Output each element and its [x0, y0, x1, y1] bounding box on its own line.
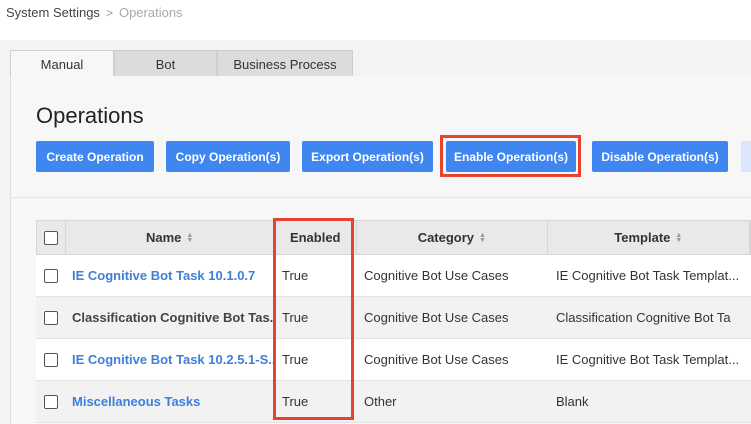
enabled-cell: True — [282, 268, 309, 283]
breadcrumb-operations: Operations — [118, 5, 183, 20]
operation-name-link[interactable]: IE Cognitive Bot Task 10.2.5.1-S... — [72, 352, 274, 367]
table-row[interactable]: Classification Cognitive Bot Tas... True… — [36, 297, 751, 339]
header-enabled-label: Enabled — [289, 230, 341, 245]
row-checkbox[interactable] — [43, 268, 58, 283]
table-row[interactable]: IE Cognitive Bot Task 10.1.0.7 True Cogn… — [36, 255, 751, 297]
tab-bot[interactable]: Bot — [114, 50, 217, 77]
enabled-cell: True — [282, 394, 309, 409]
header-category[interactable]: Category ▲ ▼ — [357, 221, 548, 254]
sort-icon: ▲ ▼ — [479, 231, 486, 244]
header-template[interactable]: Template ▲ ▼ — [548, 221, 751, 254]
header-name[interactable]: Name ▲ ▼ — [66, 221, 275, 254]
copy-operations-button[interactable]: Copy Operation(s) — [166, 141, 290, 172]
row-select-cell — [36, 339, 65, 380]
table-row[interactable]: Miscellaneous Tasks True Other Blank — [36, 381, 751, 423]
tab-bar: Manual Bot Business Process — [10, 50, 353, 77]
template-cell: IE Cognitive Bot Task Templat... — [556, 268, 740, 283]
divider — [10, 197, 751, 198]
header-name-label: Name — [145, 230, 182, 245]
template-cell: IE Cognitive Bot Task Templat... — [556, 352, 740, 367]
more-toolbar-button[interactable] — [741, 141, 751, 172]
operations-table: Name ▲ ▼ Enabled Category ▲ ▼ Template ▲ ▼ … — [36, 220, 751, 423]
enabled-cell: True — [282, 352, 309, 367]
breadcrumb: System Settings > Operations — [6, 5, 183, 20]
name-cell: IE Cognitive Bot Task 10.2.5.1-S... — [65, 339, 274, 380]
tab-manual[interactable]: Manual — [10, 50, 114, 77]
row-select-cell — [36, 381, 65, 422]
export-operations-button[interactable]: Export Operation(s) — [302, 141, 433, 172]
page-title: Operations — [36, 103, 144, 128]
header-enabled[interactable]: Enabled — [274, 221, 358, 254]
operation-name-link[interactable]: Miscellaneous Tasks — [72, 394, 200, 409]
header-template-label: Template — [614, 230, 671, 245]
template-cell: Blank — [556, 394, 589, 409]
name-cell: Classification Cognitive Bot Tas... — [65, 297, 274, 338]
row-checkbox[interactable] — [43, 394, 58, 409]
category-cell: Cognitive Bot Use Cases — [364, 352, 509, 367]
sort-icon: ▲ ▼ — [186, 231, 194, 244]
row-checkbox[interactable] — [43, 352, 58, 367]
sort-icon: ▲ ▼ — [675, 231, 683, 244]
header-category-label: Category — [417, 230, 475, 245]
operation-name-link[interactable]: IE Cognitive Bot Task 10.1.0.7 — [72, 268, 255, 283]
select-all-cell — [37, 221, 66, 254]
tab-business-process[interactable]: Business Process — [217, 50, 353, 77]
row-select-cell — [36, 297, 65, 338]
select-all-checkbox[interactable] — [43, 230, 58, 245]
breadcrumb-system-settings[interactable]: System Settings — [6, 5, 100, 20]
row-select-cell — [36, 255, 65, 296]
template-cell: Classification Cognitive Bot Ta — [556, 310, 731, 325]
create-operation-button[interactable]: Create Operation — [36, 141, 154, 172]
disable-operations-button[interactable]: Disable Operation(s) — [592, 141, 728, 172]
name-cell: Miscellaneous Tasks — [65, 381, 274, 422]
operation-name: Classification Cognitive Bot Tas... — [72, 310, 274, 325]
table-row[interactable]: IE Cognitive Bot Task 10.2.5.1-S... True… — [36, 339, 751, 381]
category-cell: Cognitive Bot Use Cases — [364, 310, 509, 325]
category-cell: Cognitive Bot Use Cases — [364, 268, 509, 283]
enable-operations-button[interactable]: Enable Operation(s) — [446, 141, 576, 172]
row-checkbox[interactable] — [43, 310, 58, 325]
name-cell: IE Cognitive Bot Task 10.1.0.7 — [65, 255, 274, 296]
table-header: Name ▲ ▼ Enabled Category ▲ ▼ Template ▲ ▼ — [36, 220, 751, 255]
enabled-cell: True — [282, 310, 309, 325]
category-cell: Other — [364, 394, 397, 409]
chevron-right-icon: > — [105, 5, 113, 20]
